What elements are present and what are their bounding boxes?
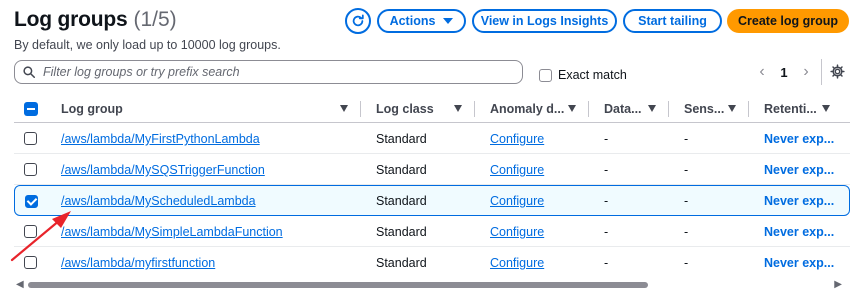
retention-link[interactable]: Never exp...	[764, 256, 834, 270]
log-group-link[interactable]: /aws/lambda/MyFirstPythonLambda	[61, 132, 260, 146]
column-divider[interactable]	[588, 101, 589, 117]
log-class-cell: Standard	[376, 163, 427, 177]
row-checkbox[interactable]	[24, 225, 37, 238]
configure-link[interactable]: Configure	[490, 132, 544, 146]
column-header-log-group[interactable]: Log group	[61, 102, 123, 116]
log-class-cell: Standard	[376, 194, 427, 208]
page-subtitle: By default, we only load up to 10000 log…	[14, 38, 281, 52]
log-class-cell: Standard	[376, 256, 427, 270]
column-header-sensitive-data[interactable]: Sens...	[684, 102, 724, 116]
scrollbar-thumb[interactable]	[28, 282, 648, 288]
log-groups-table: Log group Log class Anomaly d... Data...…	[14, 95, 850, 278]
sort-icon[interactable]	[648, 105, 656, 112]
sensitive-data-cell: -	[684, 256, 689, 270]
insights-label: View in Logs Insights	[480, 14, 609, 28]
column-header-data-protection[interactable]: Data...	[604, 102, 642, 116]
column-divider[interactable]	[474, 101, 475, 117]
row-checkbox[interactable]	[24, 163, 37, 176]
select-all-checkbox[interactable]	[24, 102, 38, 116]
configure-link[interactable]: Configure	[490, 163, 544, 177]
tail-label: Start tailing	[638, 14, 707, 28]
row-checkbox[interactable]	[24, 132, 37, 145]
search-input[interactable]	[43, 65, 503, 79]
page-title: Log groups	[14, 8, 128, 31]
sort-icon[interactable]	[568, 105, 576, 112]
start-tailing-button[interactable]: Start tailing	[623, 9, 722, 33]
log-group-link[interactable]: /aws/lambda/MySQSTriggerFunction	[61, 163, 265, 177]
sensitive-data-cell: -	[684, 163, 689, 177]
configure-link[interactable]: Configure	[490, 225, 544, 239]
data-protection-cell: -	[604, 256, 609, 270]
search-box[interactable]	[14, 60, 523, 84]
sort-icon[interactable]	[728, 105, 736, 112]
sensitive-data-cell: -	[684, 194, 689, 208]
caret-down-icon	[443, 18, 454, 24]
create-log-group-button[interactable]: Create log group	[727, 9, 849, 33]
pagination-divider	[821, 59, 822, 85]
log-class-cell: Standard	[376, 132, 427, 146]
refresh-icon	[352, 14, 364, 27]
configure-link[interactable]: Configure	[490, 194, 544, 208]
sort-icon[interactable]	[340, 105, 348, 112]
exact-match-option[interactable]: Exact match	[539, 68, 627, 82]
table-row[interactable]: /aws/lambda/myfirstfunction Standard Con…	[14, 247, 850, 278]
exact-match-checkbox[interactable]	[539, 68, 552, 82]
retention-link[interactable]: Never exp...	[764, 194, 834, 208]
column-header-log-class[interactable]: Log class	[376, 102, 434, 116]
data-protection-cell: -	[604, 225, 609, 239]
exact-match-label: Exact match	[558, 68, 627, 82]
actions-dropdown-button[interactable]: Actions	[377, 9, 466, 33]
horizontal-scrollbar[interactable]: ◀ ▶	[14, 279, 850, 291]
table-row[interactable]: /aws/lambda/MySQSTriggerFunction Standar…	[14, 154, 850, 185]
data-protection-cell: -	[604, 132, 609, 146]
sort-icon[interactable]	[822, 105, 830, 112]
scroll-right-icon[interactable]: ▶	[834, 279, 842, 290]
table-row[interactable]: /aws/lambda/MySimpleLambdaFunction Stand…	[14, 216, 850, 247]
chevron-left-icon[interactable]: ‹	[752, 63, 772, 81]
column-header-anomaly-detection[interactable]: Anomaly d...	[490, 102, 564, 116]
sort-icon[interactable]	[454, 105, 462, 112]
actions-label: Actions	[389, 14, 436, 28]
table-row[interactable]: /aws/lambda/MyFirstPythonLambda Standard…	[14, 123, 850, 154]
column-header-retention[interactable]: Retenti...	[764, 102, 817, 116]
data-protection-cell: -	[604, 194, 609, 208]
row-checkbox[interactable]	[24, 256, 37, 269]
selection-count: (1/5)	[133, 8, 177, 31]
log-class-cell: Standard	[376, 225, 427, 239]
retention-link[interactable]: Never exp...	[764, 132, 834, 146]
page-header: Log groups (1/5)	[14, 8, 177, 32]
column-divider[interactable]	[748, 101, 749, 117]
table-header: Log group Log class Anomaly d... Data...…	[14, 95, 850, 123]
log-group-link[interactable]: /aws/lambda/MySimpleLambdaFunction	[61, 225, 283, 239]
configure-link[interactable]: Configure	[490, 256, 544, 270]
sensitive-data-cell: -	[684, 225, 689, 239]
column-divider[interactable]	[360, 101, 361, 117]
pagination: ‹ 1 ›	[752, 63, 816, 81]
row-checkbox-checked[interactable]	[25, 195, 38, 208]
scroll-left-icon[interactable]: ◀	[16, 279, 24, 290]
retention-link[interactable]: Never exp...	[764, 225, 834, 239]
page-number[interactable]: 1	[772, 65, 796, 80]
column-divider[interactable]	[668, 101, 669, 117]
refresh-button[interactable]	[345, 8, 371, 34]
create-label: Create log group	[737, 14, 838, 28]
sensitive-data-cell: -	[684, 132, 689, 146]
retention-link[interactable]: Never exp...	[764, 163, 834, 177]
log-group-link[interactable]: /aws/lambda/myfirstfunction	[61, 256, 215, 270]
search-icon	[23, 66, 35, 78]
chevron-right-icon[interactable]: ›	[796, 63, 816, 81]
gear-icon[interactable]	[830, 64, 845, 79]
table-row-selected[interactable]: /aws/lambda/MyScheduledLambda Standard C…	[14, 185, 850, 216]
log-group-link[interactable]: /aws/lambda/MyScheduledLambda	[61, 194, 256, 208]
data-protection-cell: -	[604, 163, 609, 177]
view-in-logs-insights-button[interactable]: View in Logs Insights	[472, 9, 617, 33]
